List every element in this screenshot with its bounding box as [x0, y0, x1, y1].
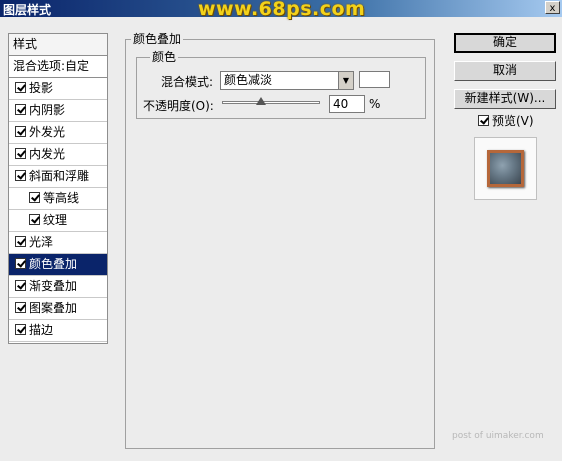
style-item-label: 内发光	[29, 147, 66, 161]
style-item-label: 纹理	[43, 213, 68, 227]
opacity-input[interactable]: 40	[329, 95, 365, 113]
style-item-label: 光泽	[29, 235, 54, 249]
ok-button[interactable]: 确定	[454, 33, 556, 53]
stroke-checkbox[interactable]	[15, 324, 26, 335]
style-item-satin[interactable]: 光泽	[9, 232, 107, 254]
style-item-label: 斜面和浮雕	[29, 169, 90, 183]
style-item-pattern-overlay[interactable]: 图案叠加	[9, 298, 107, 320]
footer-credit: post of uimaker.com	[452, 431, 544, 441]
new-style-button[interactable]: 新建样式(W)...	[454, 89, 556, 109]
color-overlay-checkbox[interactable]	[15, 258, 26, 269]
style-item-label: 外发光	[29, 125, 66, 139]
style-list: 样式 混合选项:自定 投影 内阴影 外发光 内发光 斜面和浮雕 等高线 纹理 光…	[8, 33, 108, 344]
blend-options-item[interactable]: 混合选项:自定	[9, 56, 107, 78]
overlay-color-swatch[interactable]	[359, 71, 390, 88]
style-item-texture[interactable]: 纹理	[9, 210, 107, 232]
style-item-label: 等高线	[43, 191, 80, 205]
cancel-button[interactable]: 取消	[454, 61, 556, 81]
preview-label: 预览(V)	[492, 114, 534, 128]
style-item-inner-glow[interactable]: 内发光	[9, 144, 107, 166]
style-item-label: 图案叠加	[29, 301, 78, 315]
style-item-label: 投影	[29, 81, 54, 95]
contour-checkbox[interactable]	[29, 192, 40, 203]
opacity-slider-track[interactable]	[222, 101, 320, 104]
style-item-bevel-emboss[interactable]: 斜面和浮雕	[9, 166, 107, 188]
style-item-drop-shadow[interactable]: 投影	[9, 78, 107, 100]
bevel-emboss-checkbox[interactable]	[15, 170, 26, 181]
style-preview	[474, 137, 537, 200]
style-item-color-overlay[interactable]: 颜色叠加	[9, 254, 107, 276]
inner-shadow-checkbox[interactable]	[15, 104, 26, 115]
close-button[interactable]: x	[545, 1, 560, 14]
style-item-stroke[interactable]: 描边	[9, 320, 107, 342]
blend-mode-select[interactable]: 颜色减淡 ▼	[220, 71, 354, 90]
blend-mode-value: 颜色减淡	[224, 73, 273, 87]
style-item-gradient-overlay[interactable]: 渐变叠加	[9, 276, 107, 298]
pattern-overlay-checkbox[interactable]	[15, 302, 26, 313]
drop-shadow-checkbox[interactable]	[15, 82, 26, 93]
style-item-inner-shadow[interactable]: 内阴影	[9, 100, 107, 122]
preview-toggle[interactable]: 预览(V)	[478, 115, 534, 128]
preview-checkbox[interactable]	[478, 115, 489, 126]
percent-sign: %	[369, 97, 381, 111]
window-title: 图层样式	[3, 3, 52, 17]
satin-checkbox[interactable]	[15, 236, 26, 247]
style-item-outer-glow[interactable]: 外发光	[9, 122, 107, 144]
texture-checkbox[interactable]	[29, 214, 40, 225]
blend-mode-label: 混合模式:	[161, 75, 214, 89]
subgroup-title: 颜色	[150, 48, 179, 65]
preview-thumbnail	[487, 150, 524, 187]
opacity-label: 不透明度(O):	[143, 99, 214, 113]
gradient-overlay-checkbox[interactable]	[15, 280, 26, 291]
inner-glow-checkbox[interactable]	[15, 148, 26, 159]
outer-glow-checkbox[interactable]	[15, 126, 26, 137]
style-list-header[interactable]: 样式	[9, 34, 107, 56]
style-item-label: 渐变叠加	[29, 279, 78, 293]
style-item-label: 描边	[29, 323, 54, 337]
chevron-down-icon[interactable]: ▼	[338, 72, 353, 89]
title-bar: 图层样式 www.68ps.com x	[0, 0, 562, 20]
style-item-label: 内阴影	[29, 103, 66, 117]
style-item-contour[interactable]: 等高线	[9, 188, 107, 210]
group-title: 颜色叠加	[131, 30, 184, 47]
style-item-label: 颜色叠加	[29, 257, 78, 271]
watermark-text: www.68ps.com	[198, 0, 366, 20]
opacity-slider-thumb[interactable]	[256, 97, 267, 105]
